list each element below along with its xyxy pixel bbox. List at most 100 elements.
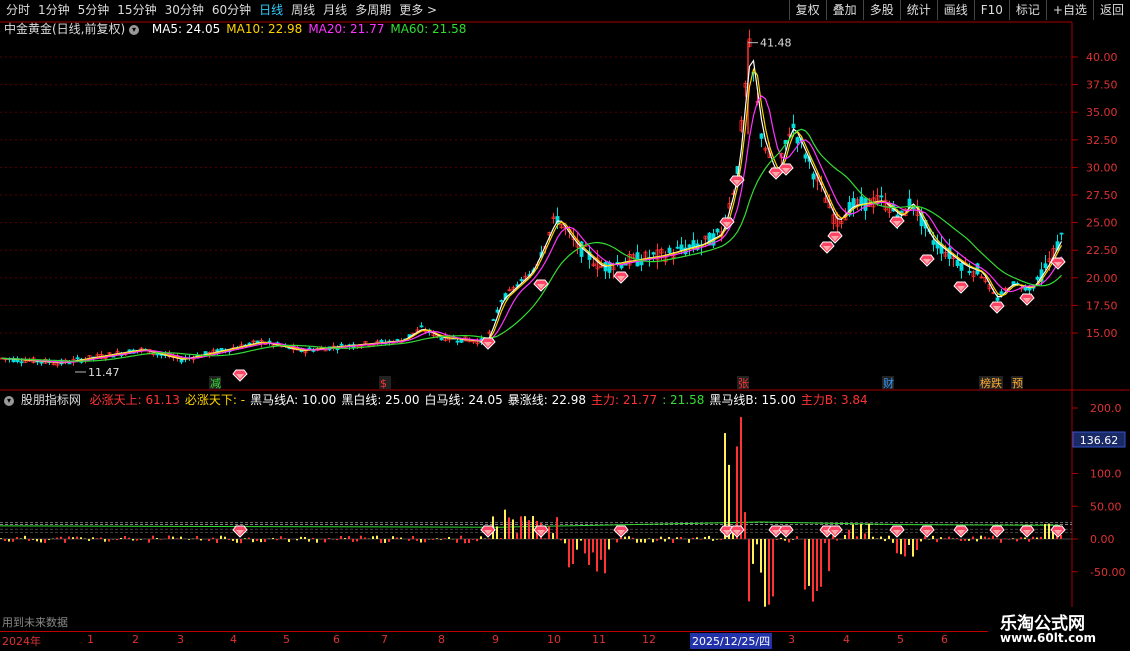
- date-axis-label-9: 9: [492, 633, 499, 646]
- histogram-bar: [788, 539, 790, 542]
- histogram-bar: [424, 539, 426, 542]
- candle-body: [76, 358, 79, 359]
- histogram-bar: [248, 538, 250, 539]
- histogram-bar: [488, 538, 490, 539]
- histogram-bar: [648, 538, 650, 539]
- histogram-bar: [924, 536, 926, 539]
- histogram-bar: [56, 538, 58, 539]
- y-tick-label-1: 37.50: [1086, 79, 1118, 92]
- histogram-bar: [712, 539, 714, 541]
- histogram-bar: [700, 539, 702, 540]
- histogram-bar: [180, 537, 182, 539]
- histogram-bar: [1000, 539, 1002, 543]
- indicator-label-3: 黑白线: 25.00: [341, 393, 419, 407]
- histogram-bar: [868, 524, 870, 539]
- histogram-bar: [256, 539, 258, 541]
- histogram-bar: [396, 537, 398, 539]
- histogram-bar: [836, 539, 838, 541]
- ma60-line: [2, 129, 1062, 361]
- histogram-bar: [68, 537, 70, 539]
- histogram-bar: [1036, 538, 1038, 539]
- indicator-legend: 必涨天上: 61.13必涨天下: -黑马线A: 10.00黑白线: 25.00白…: [85, 393, 868, 407]
- indicator-label-5: 暴涨线: 22.98: [508, 393, 586, 407]
- histogram-bar: [324, 539, 326, 542]
- date-axis-label-7: 7: [381, 633, 388, 646]
- chevron-down-icon[interactable]: ▾: [4, 396, 14, 406]
- histogram-bar: [940, 537, 942, 539]
- main-panel-header: 中金黄金(日线,前复权) ▾ MA5: 24.05MA10: 22.98MA20…: [4, 21, 466, 37]
- date-axis-label-8: 8: [438, 633, 445, 646]
- histogram-bar: [344, 538, 346, 539]
- histogram-bar: [260, 539, 262, 542]
- candle-body: [812, 174, 815, 179]
- candle-body: [1044, 264, 1047, 268]
- candle-body: [340, 344, 343, 345]
- date-axis-label-1: 1: [87, 633, 94, 646]
- candle-body: [716, 229, 719, 232]
- date-axis-label-10: 10: [547, 633, 561, 646]
- y-tick-label-10: 15.00: [1086, 327, 1118, 340]
- candle-body: [496, 310, 499, 312]
- histogram-bar: [516, 533, 518, 539]
- histogram-bar: [136, 539, 138, 541]
- histogram-bar: [592, 539, 594, 552]
- histogram-bar: [860, 524, 862, 539]
- indicator-panel-header: ▾ 股朋指标网 必涨天上: 61.13必涨天下: -黑马线A: 10.00黑白线…: [4, 392, 868, 408]
- candle-body: [932, 241, 935, 245]
- histogram-bar: [156, 538, 158, 539]
- histogram-bar: [60, 537, 62, 539]
- histogram-bar: [188, 539, 190, 540]
- histogram-bar: [412, 536, 414, 539]
- histogram-bar: [988, 538, 990, 539]
- chevron-down-icon[interactable]: ▾: [129, 25, 139, 35]
- histogram-bar: [232, 539, 234, 541]
- candle-body: [68, 363, 71, 364]
- y-tick-label-3: 32.50: [1086, 134, 1118, 147]
- histogram-bar: [1020, 537, 1022, 539]
- histogram-bar: [692, 538, 694, 539]
- kline-chart[interactable]: 40.0037.5035.0032.5030.0027.5025.0022.50…: [0, 0, 1130, 650]
- histogram-bar: [824, 539, 826, 543]
- histogram-bar: [748, 539, 750, 601]
- histogram-bar: [880, 537, 882, 539]
- stock-title[interactable]: 中金黄金(日线,前复权): [4, 22, 125, 36]
- histogram-bar: [752, 539, 754, 564]
- histogram-bar: [544, 538, 546, 539]
- indicator-label-7: : 21.58: [662, 393, 704, 407]
- histogram-bar: [812, 539, 814, 602]
- indicator-title[interactable]: 股朋指标网: [21, 393, 81, 407]
- histogram-bar: [276, 539, 278, 540]
- ind-y-tick-label-5: -50.00: [1090, 566, 1125, 579]
- histogram-bar: [652, 539, 654, 542]
- candle-body: [996, 298, 999, 300]
- date-axis-label-13: 2025/12/25/四: [690, 633, 772, 649]
- date-axis-label-16: 5: [897, 633, 904, 646]
- histogram-bar: [576, 539, 578, 550]
- histogram-bar: [308, 539, 310, 542]
- date-axis-label-3: 3: [177, 633, 184, 646]
- histogram-bar: [604, 539, 606, 573]
- candle-body: [380, 340, 383, 341]
- histogram-bar: [92, 537, 94, 539]
- histogram-bar: [828, 539, 830, 571]
- candle-body: [760, 134, 763, 138]
- histogram-bar: [468, 539, 470, 543]
- histogram-bar: [656, 539, 658, 541]
- date-axis-label-5: 5: [283, 633, 290, 646]
- histogram-bar: [740, 417, 742, 539]
- indicator-label-6: 主力: 21.77: [591, 393, 657, 407]
- histogram-bar: [0, 538, 2, 539]
- y-tick-label-7: 22.50: [1086, 244, 1118, 257]
- histogram-bar: [8, 539, 10, 542]
- histogram-bar: [20, 538, 22, 539]
- histogram-bar: [500, 538, 502, 539]
- date-axis-label-6: 6: [333, 633, 340, 646]
- histogram-bar: [304, 537, 306, 539]
- ind-y-tick-label-3: 50.00: [1090, 500, 1122, 513]
- candle-body: [968, 271, 971, 272]
- candle-body: [668, 248, 671, 252]
- histogram-bar: [948, 537, 950, 539]
- histogram-bar: [24, 536, 26, 539]
- histogram-bar: [16, 537, 18, 539]
- event-marker-3: 财: [883, 376, 894, 390]
